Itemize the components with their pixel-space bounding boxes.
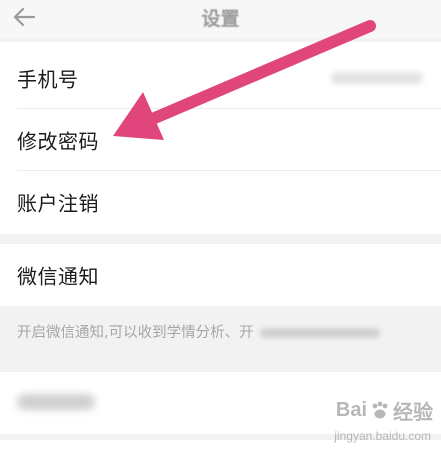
blurred-label — [17, 394, 95, 410]
account-settings-group: 手机号 修改密码 账户注销 — [0, 42, 441, 234]
wechat-notification-row[interactable]: 微信通知 — [0, 244, 441, 306]
change-password-label: 修改密码 — [17, 129, 99, 154]
watermark-brand: Bai — [335, 399, 367, 421]
phone-number-value-blurred — [331, 72, 423, 84]
list-item-wechat-notification[interactable]: 微信通知 — [0, 244, 441, 306]
list-item-account-deletion[interactable]: 账户注销 — [0, 171, 441, 233]
description-blurred-tail — [259, 328, 380, 338]
wechat-notification-description: 开启微信通知,可以收到学情分析、开 — [17, 321, 427, 343]
baidu-watermark: Bai 经验 — [336, 396, 433, 425]
list-item-change-password[interactable]: 修改密码 — [0, 109, 441, 171]
top-bar: 设置 — [0, 0, 441, 38]
list-item-phone-number[interactable]: 手机号 — [0, 47, 441, 109]
paw-icon — [372, 401, 388, 418]
account-deletion-label: 账户注销 — [17, 191, 99, 216]
watermark-suffix: 经验 — [393, 402, 433, 424]
watermark-url: jingyan.baidu.com — [334, 429, 431, 443]
wechat-notification-label: 微信通知 — [17, 264, 99, 289]
settings-screen: 设置 手机号 修改密码 账户注销 微信通知 开启微信通知,可以收到学情分析、开 — [0, 0, 441, 450]
page-title: 设置 — [201, 8, 240, 30]
phone-number-label: 手机号 — [17, 67, 79, 92]
description-text: 开启微信通知,可以收到学情分析、开 — [17, 325, 254, 341]
